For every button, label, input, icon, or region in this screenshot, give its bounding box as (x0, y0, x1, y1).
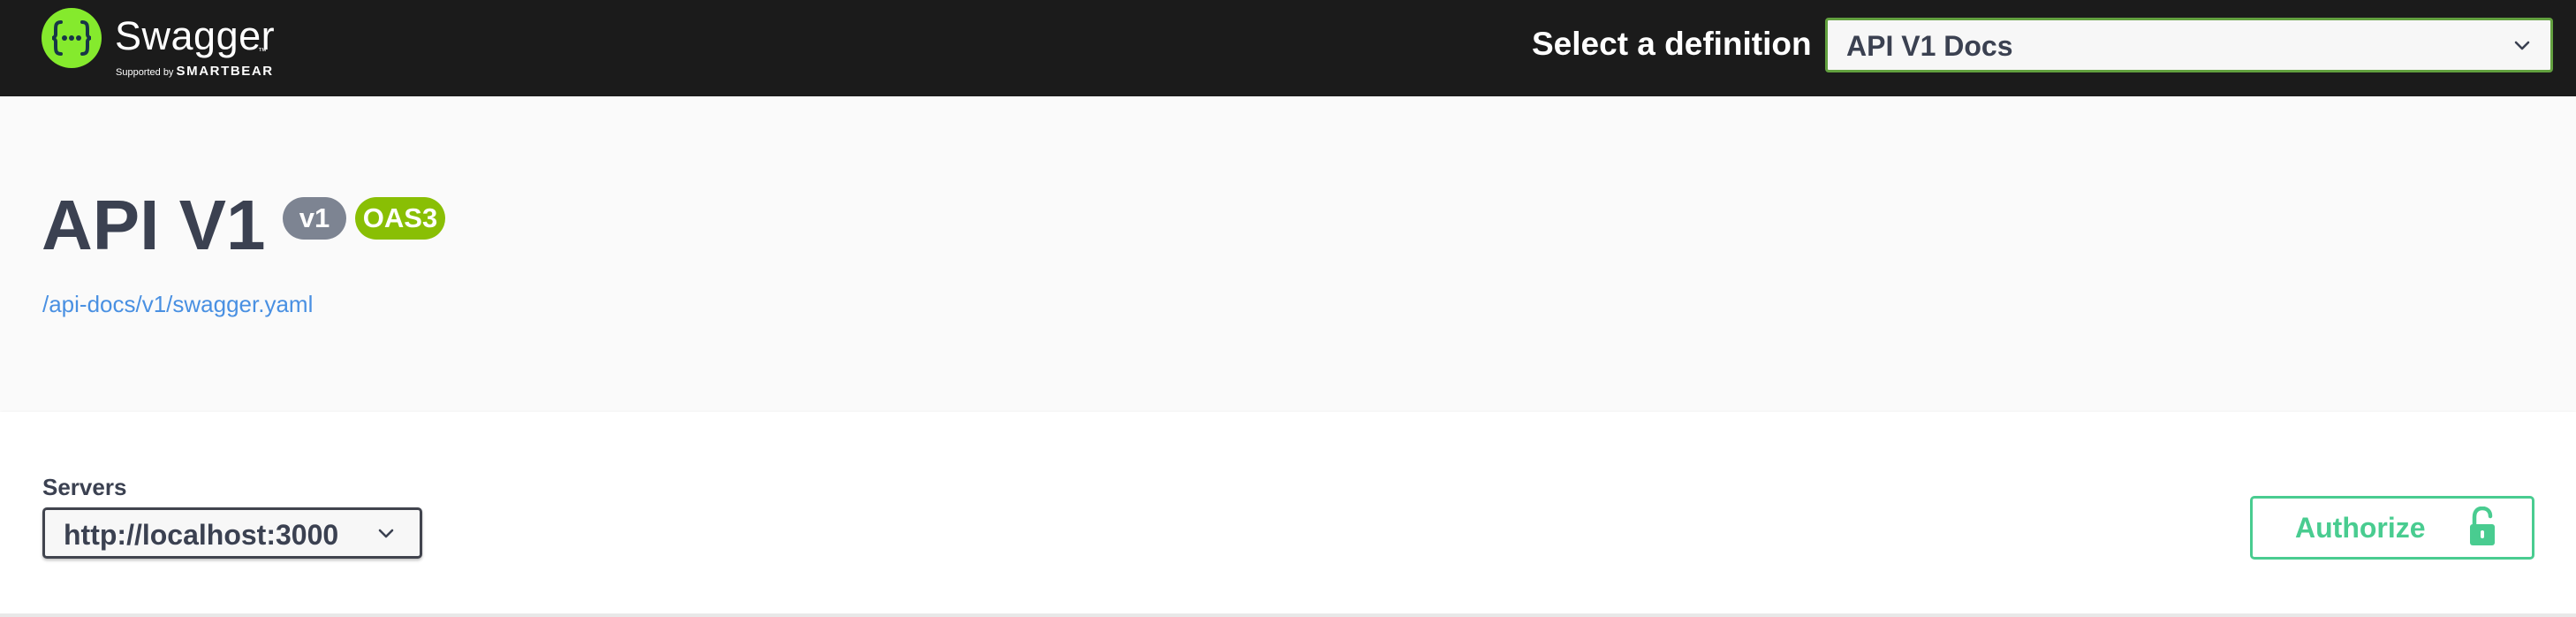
logo-trademark: ™ (258, 47, 267, 57)
definition-select-value: API V1 Docs (1846, 30, 2013, 62)
logo-tagline: Supported by SMARTBEAR (116, 64, 274, 79)
servers-label: Servers (42, 474, 127, 500)
logo-wordmark: Swagger (115, 13, 276, 58)
authorize-button[interactable]: Authorize (2250, 496, 2534, 560)
logo-brand: SMARTBEAR (176, 64, 274, 79)
oas-badge: OAS3 (355, 197, 445, 240)
scheme-container: Servers http://localhost:3000 Authorize (0, 412, 2576, 613)
info-section: API V1 v1 OAS3 /api-docs/v1/swagger.yaml (0, 96, 2576, 412)
unlocked-padlock-icon (2470, 507, 2495, 545)
chevron-down-icon (378, 529, 394, 538)
definition-label: Select a definition (1532, 26, 1812, 62)
logo-supported-by: Supported by (116, 67, 174, 78)
swagger-logo[interactable]: Swagger ™ Supported by SMARTBEAR (42, 8, 307, 80)
spec-url-link[interactable]: /api-docs/v1/swagger.yaml (42, 291, 313, 318)
definition-select[interactable]: API V1 Docs (1825, 18, 2553, 72)
authorize-label: Authorize (2295, 512, 2426, 544)
page-title: API V1 (42, 186, 266, 264)
chevron-down-icon (2514, 41, 2530, 50)
topbar: Swagger ™ Supported by SMARTBEAR Select … (0, 0, 2576, 96)
section-divider (0, 613, 2576, 617)
servers-select-value: http://localhost:3000 (64, 519, 339, 551)
servers-select[interactable]: http://localhost:3000 (42, 507, 422, 559)
version-badge: v1 (283, 197, 346, 240)
swagger-braces-icon (42, 8, 102, 68)
